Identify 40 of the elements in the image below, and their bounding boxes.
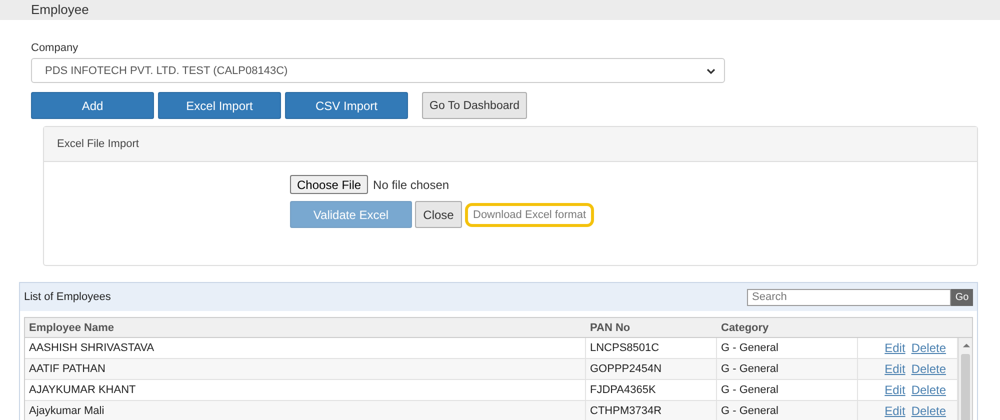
edit-link[interactable]: Edit — [884, 383, 906, 397]
table-cell: G - General — [717, 359, 858, 380]
table-cell: AASHISH SHRIVASTAVA — [25, 338, 586, 359]
action-button[interactable]: CSV Import — [285, 92, 408, 119]
delete-link[interactable]: Delete — [911, 362, 946, 376]
choose-file-button[interactable]: Choose File — [290, 175, 368, 194]
table-cell: G - General — [717, 338, 858, 359]
search-field[interactable]: Search — [747, 288, 951, 306]
table-cell: Ajaykumar Mali — [25, 401, 586, 420]
go-button[interactable]: Go — [951, 288, 973, 306]
edit-link[interactable]: Edit — [884, 404, 906, 418]
page-title: Employee — [31, 2, 89, 17]
scrollbar[interactable] — [958, 338, 972, 420]
company-select[interactable]: PDS INFOTECH PVT. LTD. TEST (CALP08143C) — [31, 58, 725, 83]
panel-title: Excel File Import — [57, 138, 139, 150]
table-cell: GOPPP2454N — [586, 359, 717, 380]
delete-link[interactable]: Delete — [911, 341, 946, 355]
table-cell: CTHPM3734R — [586, 401, 717, 420]
field-label: Company — [31, 42, 80, 56]
table-cell: G - General — [717, 401, 858, 420]
table-cell: FJDPA4365K — [586, 380, 717, 401]
column-header: Employee Name — [25, 318, 586, 338]
delete-link[interactable]: Delete — [911, 404, 946, 418]
table-cell: AJAYKUMAR KHANT — [25, 380, 586, 401]
download-link[interactable]: Download Excel format — [465, 202, 594, 226]
dashboard-button[interactable]: Go To Dashboard — [422, 92, 527, 119]
table-cell: AATIF PATHAN — [25, 359, 586, 380]
close-button[interactable]: Close — [415, 201, 462, 228]
file-status: No file chosen — [373, 178, 450, 192]
delete-link[interactable]: Delete — [911, 383, 946, 397]
column-header: PAN No — [586, 318, 717, 338]
list-title: List of Employees — [24, 291, 111, 303]
edit-link[interactable]: Edit — [884, 341, 906, 355]
table-cell: G - General — [717, 380, 858, 401]
scroll-up-icon[interactable] — [962, 341, 971, 350]
action-button[interactable]: Excel Import — [158, 92, 281, 119]
action-button[interactable]: Add — [31, 92, 154, 119]
table-cell: LNCPS8501C — [586, 338, 717, 359]
edit-link[interactable]: Edit — [884, 362, 906, 376]
column-header: Category — [717, 318, 858, 338]
